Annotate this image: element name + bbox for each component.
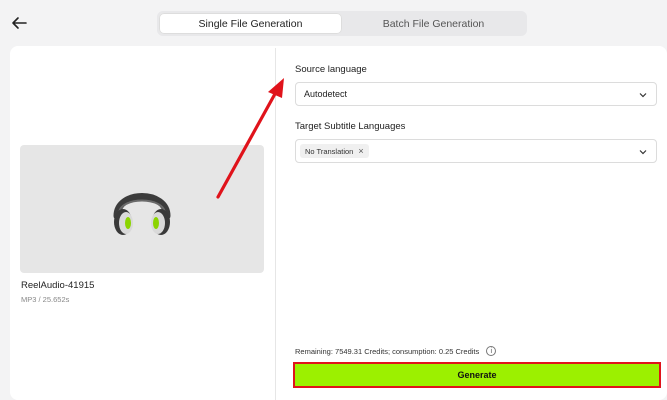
source-language-label: Source language [295,64,367,75]
file-meta: MP3 / 25.652s [21,295,70,304]
panel-divider [275,48,276,400]
tab-single-file-generation[interactable]: Single File Generation [159,13,342,34]
language-tag: No Translation × [300,144,369,158]
target-languages-label: Target Subtitle Languages [295,121,406,132]
headphones-icon [113,193,171,235]
generation-mode-tabs: Single File Generation Batch File Genera… [157,11,527,36]
tab-batch-file-generation[interactable]: Batch File Generation [342,13,525,34]
remove-tag-icon[interactable]: × [358,146,363,156]
credits-text: Remaining: 7549.31 Credits; consumption:… [295,346,480,356]
file-thumbnail [20,145,264,273]
generate-button[interactable]: Generate [293,362,661,388]
arrow-left-icon [12,17,27,29]
chevron-down-icon [639,93,647,98]
generate-button-label: Generate [457,370,497,380]
chevron-down-icon [639,150,647,155]
source-language-select[interactable]: Autodetect [295,82,657,106]
credits-info: Remaining: 7549.31 Credits; consumption:… [295,346,497,356]
target-languages-select[interactable]: No Translation × [295,139,657,163]
file-name: ReelAudio-41915 [21,280,95,291]
info-icon[interactable]: i [486,346,497,356]
source-language-value: Autodetect [304,89,348,99]
back-button[interactable] [8,12,30,34]
language-tag-label: No Translation [305,146,354,156]
